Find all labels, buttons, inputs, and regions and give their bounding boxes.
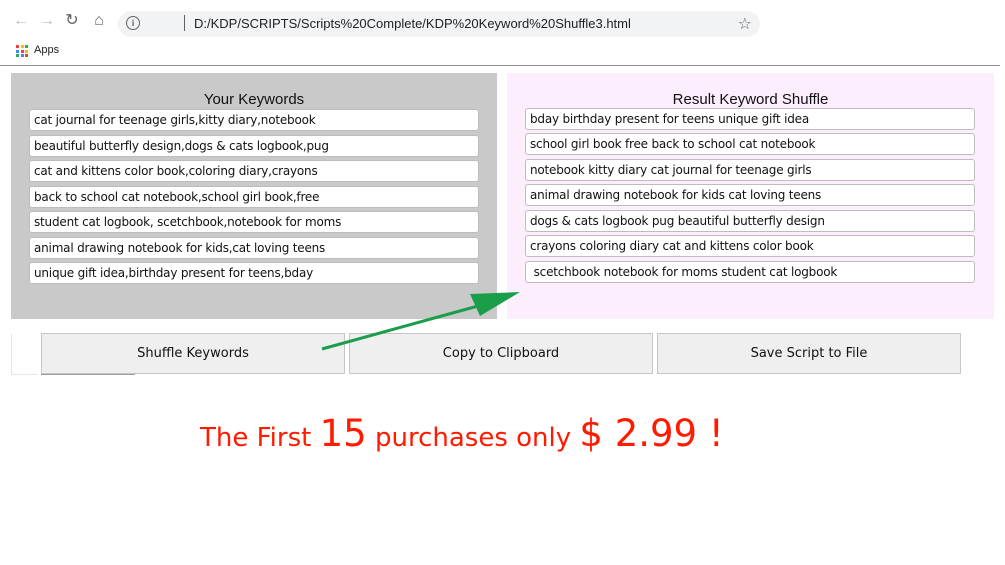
url-separator <box>184 15 185 31</box>
your-keywords-panel: Your Keywords cat journal for teenage gi… <box>11 73 497 319</box>
shuffle-keywords-button[interactable]: Shuffle Keywords <box>41 333 345 374</box>
keyword-input[interactable]: cat and kittens color book,coloring diar… <box>29 160 479 182</box>
reload-icon[interactable]: ↻ <box>63 12 81 30</box>
left-stub-box <box>11 334 38 375</box>
back-arrow-icon[interactable]: ← <box>12 12 30 30</box>
keyword-input[interactable]: student cat logbook, scetchbook,notebook… <box>29 211 479 233</box>
result-keyword-field[interactable]: dogs & cats logbook pug beautiful butter… <box>525 210 975 232</box>
promo-part2: purchases only <box>366 423 580 453</box>
save-script-to-file-button[interactable]: Save Script to File <box>657 333 961 374</box>
keyword-input[interactable]: back to school cat notebook,school girl … <box>29 186 479 208</box>
result-keyword-field[interactable]: school girl book free back to school cat… <box>525 133 975 155</box>
result-keyword-field[interactable]: animal drawing notebook for kids cat lov… <box>525 184 975 206</box>
your-keywords-title: Your Keywords <box>203 91 305 108</box>
bookmarks-bar: Apps <box>0 38 1005 64</box>
forward-arrow-icon[interactable]: → <box>38 12 56 30</box>
page-divider <box>0 65 1000 66</box>
result-keyword-field[interactable]: bday birthday present for teens unique g… <box>525 108 975 130</box>
browser-toolbar: ← → ↻ ⌂ i D:/KDP/SCRIPTS/Scripts%20Compl… <box>0 0 1005 38</box>
promo-exclaim: ! <box>697 412 724 455</box>
keyword-input[interactable]: beautiful butterfly design,dogs & cats l… <box>29 135 479 157</box>
result-keyword-field[interactable]: notebook kitty diary cat journal for tee… <box>525 159 975 181</box>
promo-text: The First 15 purchases only $ 2.99 ! <box>200 412 724 455</box>
result-keyword-field[interactable]: scetchbook notebook for moms student cat… <box>525 261 975 283</box>
promo-number: 15 <box>319 412 367 455</box>
button-underline <box>41 374 135 375</box>
star-icon[interactable]: ☆ <box>738 14 752 34</box>
result-keyword-field[interactable]: crayons coloring diary cat and kittens c… <box>525 235 975 257</box>
info-icon[interactable]: i <box>126 16 140 30</box>
copy-to-clipboard-button[interactable]: Copy to Clipboard <box>349 333 653 374</box>
address-bar[interactable]: i D:/KDP/SCRIPTS/Scripts%20Complete/KDP%… <box>118 11 760 37</box>
promo-part1: The First <box>200 423 320 453</box>
result-keyword-shuffle-title: Result Keyword Shuffle <box>672 91 829 108</box>
promo-price: $ 2.99 <box>579 412 698 455</box>
keyword-input[interactable]: unique gift idea,birthday present for te… <box>29 262 479 284</box>
apps-grid-icon[interactable] <box>16 45 28 57</box>
keyword-input[interactable]: cat journal for teenage girls,kitty diar… <box>29 109 479 131</box>
result-keyword-shuffle-panel: Result Keyword Shuffle bday birthday pre… <box>507 73 994 319</box>
url-text[interactable]: D:/KDP/SCRIPTS/Scripts%20Complete/KDP%20… <box>194 16 631 31</box>
apps-label[interactable]: Apps <box>34 44 59 56</box>
keyword-input[interactable]: animal drawing notebook for kids,cat lov… <box>29 237 479 259</box>
home-icon[interactable]: ⌂ <box>90 12 108 30</box>
